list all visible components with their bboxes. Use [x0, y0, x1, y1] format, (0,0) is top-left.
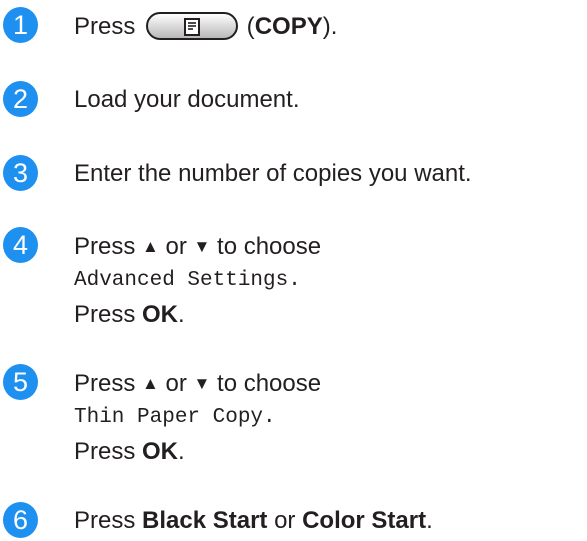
paren-close-text: ). [322, 13, 338, 40]
step-number-badge: 5 [3, 364, 38, 400]
color-start-label: Color Start [302, 507, 427, 534]
step-3-instruction: Enter the number of copies you want. [74, 160, 472, 187]
copy-label: COPY [254, 13, 323, 40]
press-text: Press [74, 301, 143, 328]
press-text: Press [74, 370, 143, 397]
step-number-badge: 4 [3, 227, 38, 263]
menu-option-advanced-settings: Advanced Settings. [74, 269, 301, 292]
to-choose-text: to choose [210, 233, 322, 260]
press-text: Press [74, 13, 143, 40]
copy-document-icon [184, 17, 201, 36]
or-text: or [158, 370, 194, 397]
or-text: or [267, 507, 303, 534]
or-text: or [158, 233, 194, 260]
copy-key-icon [146, 11, 239, 40]
step-number-badge: 6 [3, 502, 38, 538]
step-4-line-1: Press ▲ or ▼ to choose [74, 232, 321, 264]
to-choose-text: to choose [210, 370, 322, 397]
step-5-line-3: Press OK. [74, 437, 185, 467]
paren-open-text: ( [240, 13, 255, 40]
menu-option-thin-paper-copy: Thin Paper Copy. [74, 406, 276, 429]
step-number-badge: 1 [3, 7, 38, 43]
press-text: Press [74, 507, 143, 534]
ok-label: OK [142, 438, 179, 465]
step-number-badge: 3 [3, 155, 38, 191]
press-text: Press [74, 233, 143, 260]
black-start-label: Black Start [142, 507, 268, 534]
step-6-instruction: Press Black Start or Color Start. [74, 506, 433, 536]
step-1-instruction: Press (COPY). [74, 11, 338, 42]
down-arrow-icon: ▼ [193, 374, 211, 393]
step-4-line-3: Press OK. [74, 300, 185, 330]
period-text: . [178, 438, 185, 465]
step-5-line-1: Press ▲ or ▼ to choose [74, 369, 321, 401]
press-text: Press [74, 438, 143, 465]
step-number-badge: 2 [3, 81, 38, 117]
step-2-instruction: Load your document. [74, 86, 300, 113]
down-arrow-icon: ▼ [193, 237, 211, 256]
ok-label: OK [142, 301, 179, 328]
up-arrow-icon: ▲ [142, 237, 159, 256]
period-text: . [426, 507, 433, 534]
up-arrow-icon: ▲ [142, 374, 159, 393]
period-text: . [178, 301, 185, 328]
